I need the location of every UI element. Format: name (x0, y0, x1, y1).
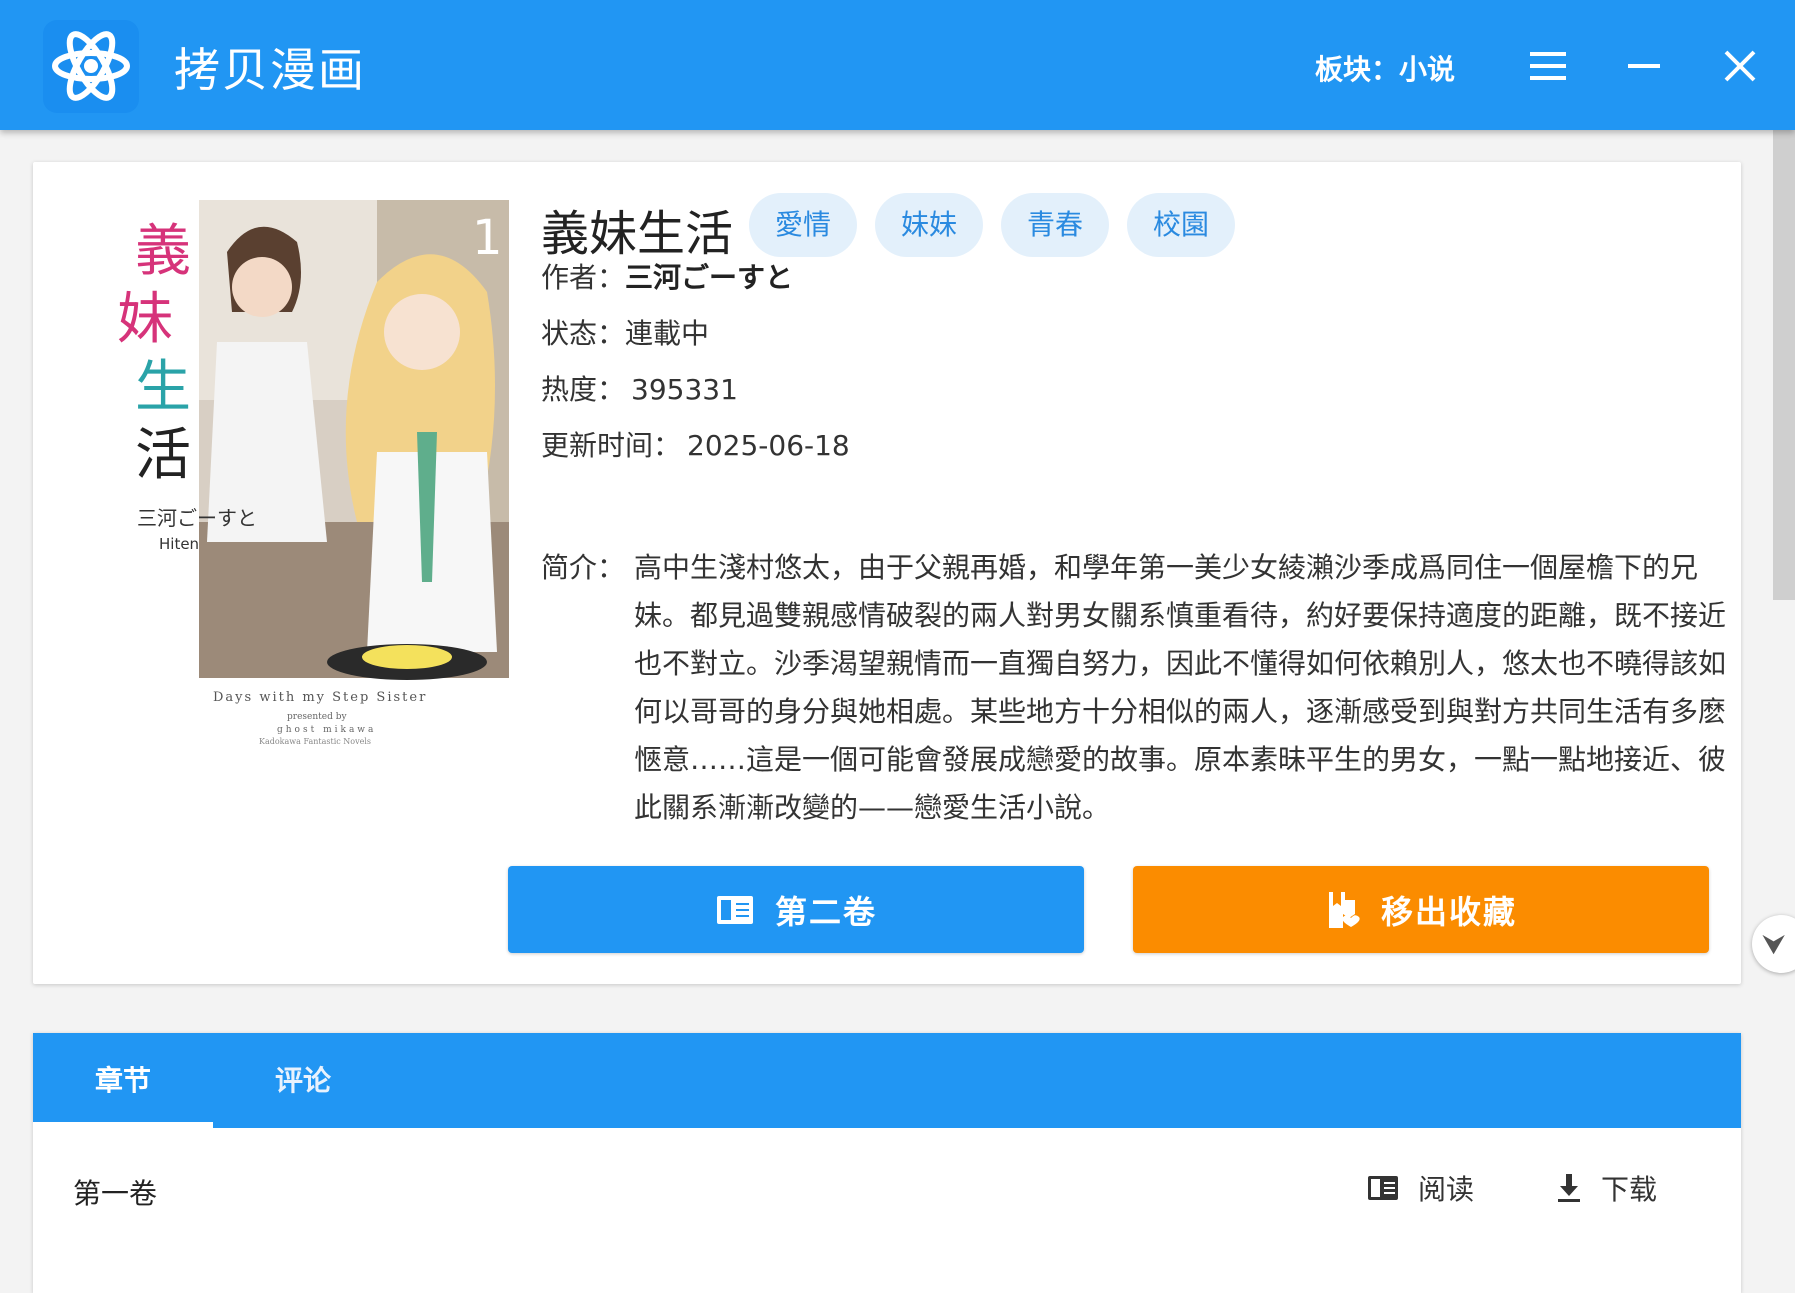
popularity-row: 热度： 395331 (541, 368, 738, 408)
tab-bar: 章节 评论 (33, 1033, 1741, 1128)
popularity-label: 热度： (541, 373, 626, 406)
close-icon[interactable] (1716, 42, 1764, 90)
book-title: 義妹生活 (541, 206, 734, 262)
minimize-icon[interactable] (1620, 42, 1668, 90)
download-icon (1558, 1174, 1580, 1202)
app-title: 拷贝漫画 (174, 43, 366, 97)
tab-chapters[interactable]: 章节 (33, 1033, 213, 1128)
updated-row: 更新时间： 2025-06-18 (541, 424, 850, 464)
description-label: 简介： (541, 551, 626, 584)
remove-favorite-label: 移出收藏 (1380, 892, 1517, 931)
updated-value: 2025-06-18 (687, 429, 850, 462)
cover-publisher: Kadokawa Fantastic Novels (259, 737, 371, 746)
author-value[interactable]: 三河ごーすと (625, 261, 793, 294)
content-tabs-card: 章节 评论 第一卷 阅读 下载 (33, 1033, 1741, 1293)
status-value: 連載中 (625, 317, 710, 350)
description-text: 高中生淺村悠太，由于父親再婚，和學年第一美少女綾瀨沙季成爲同住一個屋檐下的兄妹。… (634, 551, 1727, 824)
tag-list: 愛情 妹妹 青春 校園 (749, 193, 1236, 257)
bookmark-remove-icon (1328, 891, 1360, 928)
cover-title-char: 妹 (117, 287, 173, 352)
book-icon (716, 895, 753, 924)
updated-label: 更新时间： (541, 429, 682, 462)
scrollbar-thumb[interactable] (1773, 130, 1795, 600)
chapter-name[interactable]: 第一卷 (73, 1172, 157, 1212)
cover-title-char: 生 (135, 355, 191, 420)
chapter-download-button[interactable]: 下载 (1555, 1168, 1657, 1208)
read-volume-label: 第二卷 (774, 892, 877, 931)
cover-presented: presented by (287, 712, 347, 722)
tag-chip[interactable]: 校園 (1127, 193, 1236, 257)
cover-presented-name: ghost mikawa (277, 725, 376, 735)
author-label: 作者： (541, 261, 626, 294)
chapter-read-button[interactable]: 阅读 (1366, 1168, 1474, 1208)
popularity-value: 395331 (631, 373, 738, 406)
tag-chip[interactable]: 妹妹 (875, 193, 984, 257)
list-item[interactable]: 第一卷 阅读 下载 (33, 1128, 1741, 1258)
app-logo-icon (43, 20, 139, 113)
read-volume-button[interactable]: 第二卷 (508, 866, 1084, 953)
tag-chip[interactable]: 愛情 (749, 193, 858, 257)
cover-english-title: Days with my Step Sister (213, 690, 427, 705)
cover-volume-number: 1 (472, 210, 503, 266)
author-row: 作者：三河ごーすと (541, 256, 793, 296)
chapter-download-label: 下载 (1601, 1173, 1658, 1206)
remove-favorite-button[interactable]: 移出收藏 (1133, 866, 1709, 953)
tab-comments[interactable]: 评论 (213, 1033, 393, 1128)
menu-icon[interactable] (1524, 42, 1572, 90)
scroll-down-button[interactable]: ⮟ (1752, 915, 1795, 973)
cover-title-char: 義 (135, 219, 191, 284)
app-bar: 拷贝漫画 板块：小说 (0, 0, 1795, 130)
chapter-read-label: 阅读 (1418, 1173, 1475, 1206)
book-cover-image: 義 妹 生 活 1 三河ごーすと Hiten Days with my Step… (77, 192, 509, 748)
cover-author: 三河ごーすと (137, 506, 257, 530)
cover-illustrator: Hiten (159, 535, 199, 553)
tag-chip[interactable]: 青春 (1001, 193, 1110, 257)
book-detail-card: 義 妹 生 活 1 三河ごーすと Hiten Days with my Step… (33, 162, 1741, 984)
status-row: 状态：連載中 (541, 312, 709, 352)
book-icon (1368, 1176, 1398, 1200)
status-label: 状态： (541, 317, 626, 350)
section-label[interactable]: 板块：小说 (1315, 48, 1455, 88)
chevron-down-icon: ⮟ (1762, 928, 1786, 961)
cover-title-char: 活 (135, 423, 191, 488)
